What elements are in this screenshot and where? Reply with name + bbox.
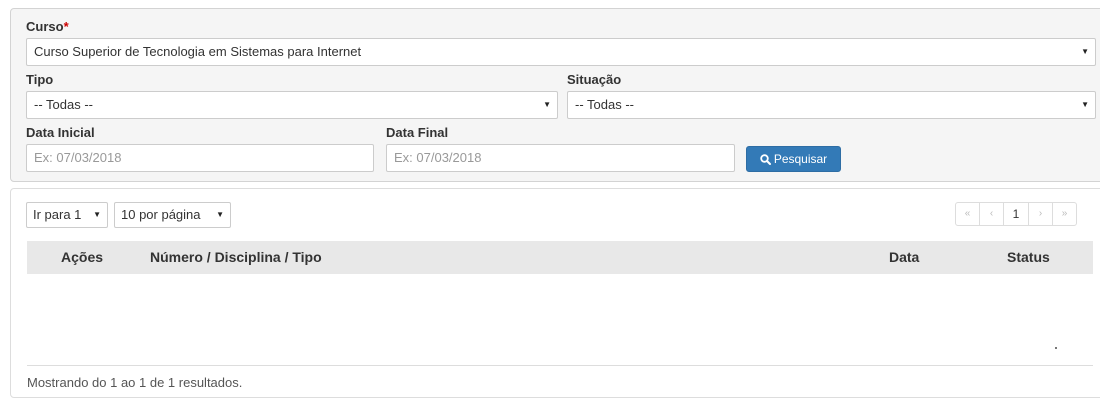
pagination-next[interactable]: › (1028, 202, 1053, 226)
table-header: Ações Número / Disciplina / Tipo Data St… (27, 241, 1093, 274)
chevron-down-icon: ▼ (1081, 47, 1089, 56)
pagination-last[interactable]: » (1052, 202, 1077, 226)
per-page-select[interactable]: 10 por página ▼ (114, 202, 231, 228)
table-body-dot (1055, 347, 1057, 349)
search-icon (760, 154, 771, 166)
chevron-down-icon: ▼ (93, 210, 101, 219)
goto-page-select[interactable]: Ir para 1 ▼ (26, 202, 108, 228)
curso-label: Curso* (26, 19, 69, 34)
search-button[interactable]: Pesquisar (746, 146, 841, 172)
column-header-numero[interactable]: Número / Disciplina / Tipo (150, 249, 322, 265)
column-header-acoes[interactable]: Ações (61, 249, 103, 265)
search-button-label: Pesquisar (773, 152, 828, 166)
results-summary: Mostrando do 1 ao 1 de 1 resultados. (27, 375, 243, 390)
pagination-prev[interactable]: ‹ (979, 202, 1004, 226)
data-inicial-input[interactable]: Ex: 07/03/2018 (26, 144, 374, 172)
data-inicial-label: Data Inicial (26, 125, 95, 140)
tipo-select[interactable]: -- Todas -- ▼ (26, 91, 558, 119)
pagination-first[interactable]: « (955, 202, 980, 226)
per-page-value: 10 por página (121, 207, 201, 222)
pagination: « ‹ 1 › » (955, 202, 1077, 226)
chevron-down-icon: ▼ (543, 100, 551, 109)
tipo-label: Tipo (26, 72, 54, 87)
filter-panel: Curso* Curso Superior de Tecnologia em S… (10, 8, 1100, 182)
tipo-select-value: -- Todas -- (34, 97, 93, 112)
situacao-select-value: -- Todas -- (575, 97, 634, 112)
divider (27, 365, 1093, 366)
situacao-select[interactable]: -- Todas -- ▼ (567, 91, 1096, 119)
results-panel: Ir para 1 ▼ 10 por página ▼ « ‹ 1 › » Aç… (10, 188, 1100, 398)
chevron-down-icon: ▼ (216, 210, 224, 219)
pagination-current[interactable]: 1 (1003, 202, 1029, 226)
curso-select[interactable]: Curso Superior de Tecnologia em Sistemas… (26, 38, 1096, 66)
data-final-label: Data Final (386, 125, 449, 140)
data-final-input[interactable]: Ex: 07/03/2018 (386, 144, 735, 172)
goto-page-value: Ir para 1 (33, 207, 82, 222)
data-inicial-placeholder: Ex: 07/03/2018 (34, 150, 122, 165)
situacao-label: Situação (567, 72, 622, 87)
data-final-placeholder: Ex: 07/03/2018 (394, 150, 482, 165)
curso-label-text: Curso (26, 19, 64, 34)
required-mark: * (63, 19, 69, 34)
curso-select-value: Curso Superior de Tecnologia em Sistemas… (34, 44, 362, 59)
column-header-status[interactable]: Status (1007, 249, 1050, 265)
column-header-data[interactable]: Data (889, 249, 919, 265)
chevron-down-icon: ▼ (1081, 100, 1089, 109)
